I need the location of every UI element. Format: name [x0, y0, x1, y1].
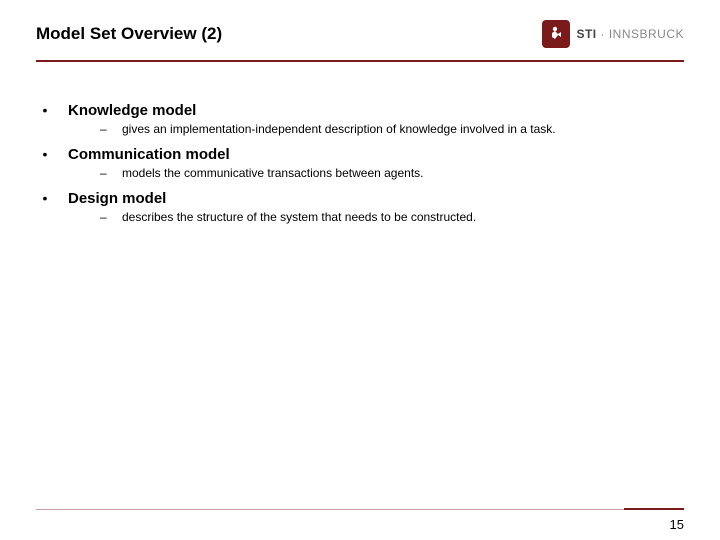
- logo-brand: STI: [576, 27, 596, 41]
- list-item-label: Communication model: [68, 146, 230, 163]
- page-number: 15: [670, 517, 684, 532]
- bullet-icon: •: [40, 191, 50, 205]
- list-subitem-text: gives an implementation-independent desc…: [122, 122, 556, 136]
- dash-icon: –: [100, 210, 110, 224]
- list-subitem: – models the communicative transactions …: [100, 166, 680, 180]
- logo-text: STI · INNSBRUCK: [576, 27, 684, 41]
- footer-divider-accent: [624, 508, 684, 510]
- dash-icon: –: [100, 166, 110, 180]
- list-item-label: Design model: [68, 190, 166, 207]
- list-item: • Knowledge model: [40, 102, 680, 119]
- logo-subtext: INNSBRUCK: [609, 27, 684, 41]
- logo-separator: ·: [597, 27, 609, 41]
- logo-icon: [542, 20, 570, 48]
- bullet-icon: •: [40, 147, 50, 161]
- bullet-icon: •: [40, 103, 50, 117]
- slide-header: Model Set Overview (2) STI · INNSBRUCK: [0, 0, 720, 56]
- list-subitem: – describes the structure of the system …: [100, 210, 680, 224]
- list-item: • Communication model: [40, 146, 680, 163]
- dash-icon: –: [100, 122, 110, 136]
- list-subitem-text: describes the structure of the system th…: [122, 210, 476, 224]
- logo: STI · INNSBRUCK: [542, 20, 684, 48]
- list-item: • Design model: [40, 190, 680, 207]
- list-subitem: – gives an implementation-independent de…: [100, 122, 680, 136]
- list-subitem-text: models the communicative transactions be…: [122, 166, 424, 180]
- slide-content: • Knowledge model – gives an implementat…: [0, 62, 720, 224]
- footer-divider: [36, 509, 684, 510]
- list-item-label: Knowledge model: [68, 102, 196, 119]
- slide-title: Model Set Overview (2): [36, 24, 222, 44]
